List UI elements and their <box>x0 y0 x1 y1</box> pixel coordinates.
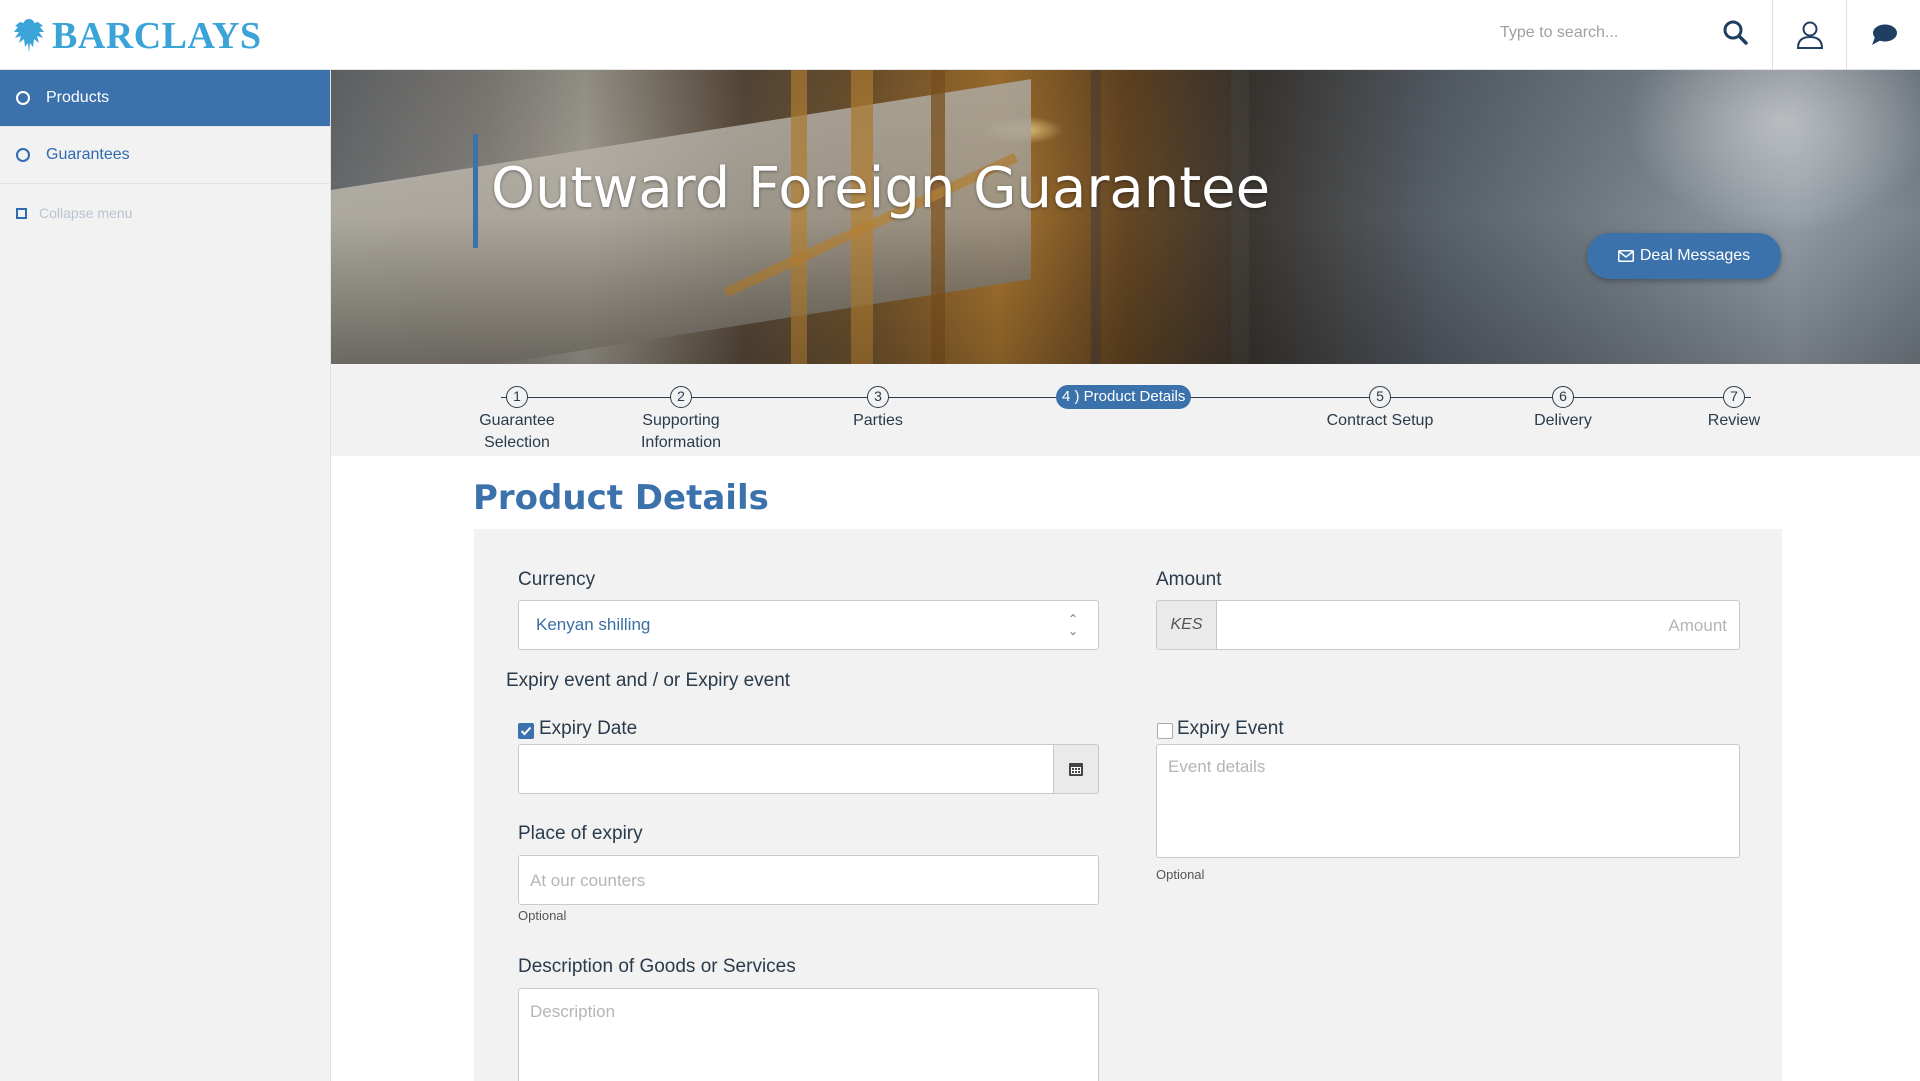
user-icon <box>1796 21 1823 49</box>
description-placeholder: Description <box>530 1002 616 1021</box>
step-label: Supporting <box>642 412 720 429</box>
step-number: 3 <box>867 386 889 408</box>
expiry-date-input[interactable] <box>518 744 1054 794</box>
top-bar: BARCLAYS <box>0 0 1920 70</box>
step-number: 2 <box>670 386 692 408</box>
chat-button[interactable] <box>1846 0 1920 70</box>
deal-messages-button[interactable]: Deal Messages <box>1587 233 1781 279</box>
place-of-expiry-hint: Optional <box>518 908 567 923</box>
hero-banner: Outward Foreign Guarantee Deal Messages <box>331 70 1920 364</box>
envelope-icon <box>1617 250 1634 262</box>
step-review[interactable]: 7 Review <box>1703 386 1765 432</box>
search-icon <box>1723 20 1748 45</box>
sidebar-item-products[interactable]: Products <box>0 70 330 127</box>
search-button[interactable] <box>1718 15 1752 49</box>
sidebar-item-label: Guarantees <box>46 146 130 163</box>
calendar-button[interactable] <box>1053 744 1099 794</box>
description-textarea[interactable]: Description <box>518 988 1099 1081</box>
chat-icon <box>1871 24 1897 45</box>
currency-select[interactable]: Kenyan shilling ⌃ ⌄ <box>518 600 1099 650</box>
amount-input[interactable]: Amount <box>1216 600 1740 650</box>
amount-placeholder: Amount <box>1668 616 1727 635</box>
page-title: Outward Foreign Guarantee <box>491 156 1271 221</box>
checkmark-icon <box>520 726 532 736</box>
deal-messages-label: Deal Messages <box>1639 247 1751 264</box>
barclays-logo[interactable]: BARCLAYS <box>12 14 262 58</box>
step-number: 5 <box>1369 386 1391 408</box>
step-contract-setup[interactable]: 5 Contract Setup <box>1317 386 1443 432</box>
calendar-icon <box>1069 763 1083 776</box>
product-details-form: Currency Kenyan shilling ⌃ ⌄ Amount KES A… <box>474 529 1782 1081</box>
sidebar-item-label: Products <box>46 89 110 106</box>
chevron-up-down-icon: ⌃ ⌄ <box>1067 612 1078 638</box>
circle-icon <box>16 91 30 105</box>
expiry-section-label: Expiry event and / or Expiry event <box>506 670 791 691</box>
expiry-event-hint: Optional <box>1156 867 1205 882</box>
sidebar-item-guarantees[interactable]: Guarantees <box>0 127 330 184</box>
event-details-placeholder: Event details <box>1168 757 1266 776</box>
place-of-expiry-label: Place of expiry <box>518 823 643 844</box>
step-number: 6 <box>1552 386 1574 408</box>
expiry-event-checkbox[interactable] <box>1157 723 1173 739</box>
description-label: Description of Goods or Services <box>518 956 796 977</box>
brand-name: BARCLAYS <box>52 15 262 57</box>
step-label: Information <box>640 434 722 451</box>
currency-label: Currency <box>518 569 596 590</box>
progress-stepper: 1 Guarantee Selection 2 Supporting Infor… <box>331 364 1920 456</box>
expiry-date-label: Expiry Date <box>539 718 638 739</box>
step-delivery[interactable]: 6 Delivery <box>1530 386 1596 432</box>
step-label: Selection <box>484 434 550 451</box>
event-details-textarea[interactable]: Event details <box>1156 744 1740 858</box>
expiry-event-label: Expiry Event <box>1177 718 1284 739</box>
step-guarantee-selection[interactable]: 1 Guarantee Selection <box>477 386 557 454</box>
step-label: Contract Setup <box>1326 412 1434 429</box>
search-input[interactable] <box>1500 18 1700 48</box>
step-supporting-information[interactable]: 2 Supporting Information <box>638 386 724 454</box>
square-icon <box>16 207 27 219</box>
step-label: Review <box>1707 412 1761 429</box>
place-of-expiry-placeholder: At our counters <box>530 871 646 890</box>
step-product-details[interactable]: 4 ) Product Details <box>1056 385 1192 409</box>
place-of-expiry-input[interactable]: At our counters <box>518 855 1099 905</box>
step-parties[interactable]: 3 Parties <box>848 386 908 432</box>
expiry-date-checkbox[interactable] <box>518 723 534 739</box>
currency-value: Kenyan shilling <box>536 615 651 634</box>
step-label: Guarantee <box>479 412 555 429</box>
step-number: 7 <box>1723 386 1745 408</box>
step-label: Parties <box>853 412 903 429</box>
eagle-icon <box>14 19 44 53</box>
user-button[interactable] <box>1772 0 1846 70</box>
currency-code-addon: KES <box>1156 600 1217 650</box>
collapse-menu-button[interactable]: Collapse menu <box>0 184 330 242</box>
section-title: Product Details <box>473 478 769 518</box>
amount-label: Amount <box>1156 569 1222 590</box>
step-label: Delivery <box>1534 412 1592 429</box>
step-number: 1 <box>506 386 528 408</box>
collapse-menu-label: Collapse menu <box>39 205 133 221</box>
title-accent-bar <box>473 134 478 248</box>
sidebar: Products Guarantees Collapse menu <box>0 70 331 1081</box>
circle-icon <box>16 148 30 162</box>
